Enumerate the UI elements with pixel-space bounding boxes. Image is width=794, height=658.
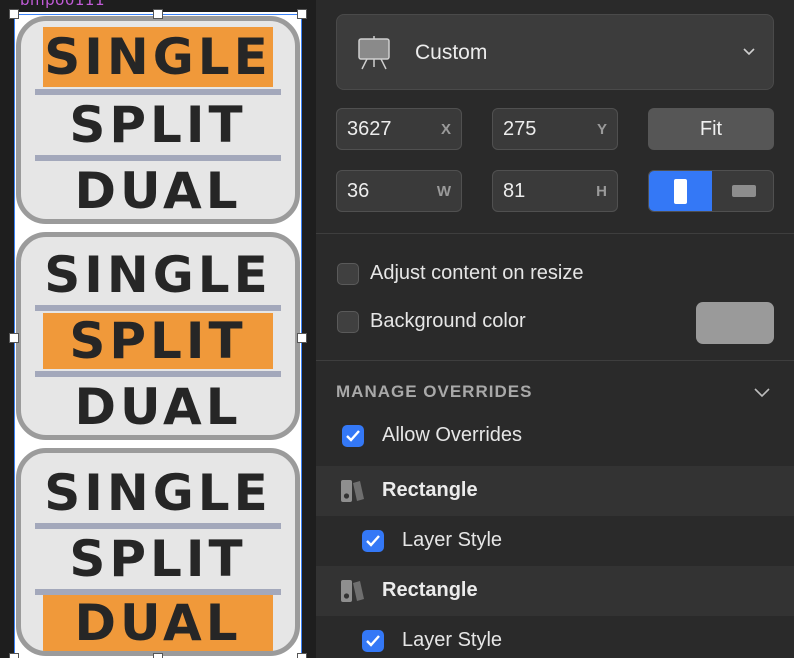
resize-handle-bottom-left[interactable] [9, 653, 19, 658]
portrait-orientation-button[interactable] [649, 171, 712, 211]
allow-overrides-label[interactable]: Allow Overrides [382, 424, 522, 447]
layer-style-checkbox[interactable] [362, 530, 384, 552]
adjust-content-label[interactable]: Adjust content on resize [370, 262, 583, 285]
allow-overrides-checkbox[interactable] [342, 425, 364, 447]
resize-handle-right[interactable] [297, 333, 307, 343]
resize-handle-left[interactable] [9, 333, 19, 343]
manage-overrides-title[interactable]: MANAGE OVERRIDES [336, 382, 532, 402]
artboard-preset-dropdown[interactable]: Custom [336, 14, 774, 90]
height-value: 81 [503, 180, 526, 202]
chevron-down-icon [743, 48, 755, 56]
section-divider [316, 360, 794, 361]
portrait-icon [674, 179, 687, 204]
adjust-content-checkbox[interactable] [337, 263, 359, 285]
checkmark-icon [366, 635, 380, 647]
layer-style-label[interactable]: Layer Style [402, 529, 502, 552]
canvas[interactable]: bmpo0111 SINGLE SPLIT DUAL SINGLE SPLIT … [0, 0, 316, 658]
background-color-label[interactable]: Background color [370, 310, 526, 333]
override-group-header[interactable]: Rectangle [316, 566, 794, 616]
width-value: 36 [347, 180, 370, 202]
x-position-field[interactable]: 3627 X [336, 108, 462, 150]
checkmark-icon [346, 430, 360, 442]
layer-style-label[interactable]: Layer Style [402, 629, 502, 652]
layer-style-swatches-icon [341, 580, 364, 602]
presentation-board-icon [358, 36, 390, 70]
override-group-title: Rectangle [382, 579, 478, 601]
layer-style-swatches-icon [341, 480, 364, 502]
x-value: 3627 [347, 118, 392, 140]
height-suffix: H [596, 183, 607, 200]
resize-handle-top-left[interactable] [9, 9, 19, 19]
landscape-icon [732, 185, 756, 197]
y-position-field[interactable]: 275 Y [492, 108, 618, 150]
selection-outline [14, 14, 302, 658]
x-suffix: X [440, 121, 451, 138]
artboard-label[interactable]: bmpo0111 [20, 0, 105, 9]
width-suffix: W [436, 183, 451, 200]
override-group-title: Rectangle [382, 479, 478, 501]
background-color-checkbox[interactable] [337, 311, 359, 333]
override-group-header[interactable]: Rectangle [316, 466, 794, 516]
height-field[interactable]: 81 H [492, 170, 618, 212]
width-field[interactable]: 36 W [336, 170, 462, 212]
checkmark-icon [366, 535, 380, 547]
inspector-panel: Custom 3627 X 275 Y Fit 36 W 81 H Adjust… [316, 0, 794, 658]
preset-label: Custom [415, 41, 488, 64]
section-divider [316, 233, 794, 234]
orientation-toggle[interactable] [648, 170, 774, 212]
y-suffix: Y [596, 121, 607, 138]
resize-handle-bottom[interactable] [153, 653, 163, 658]
background-color-swatch[interactable] [696, 302, 774, 344]
resize-handle-top[interactable] [153, 9, 163, 19]
chevron-down-icon[interactable] [754, 386, 770, 398]
layer-style-checkbox[interactable] [362, 630, 384, 652]
y-value: 275 [503, 118, 537, 140]
fit-button[interactable]: Fit [648, 108, 774, 150]
resize-handle-top-right[interactable] [297, 9, 307, 19]
resize-handle-bottom-right[interactable] [297, 653, 307, 658]
